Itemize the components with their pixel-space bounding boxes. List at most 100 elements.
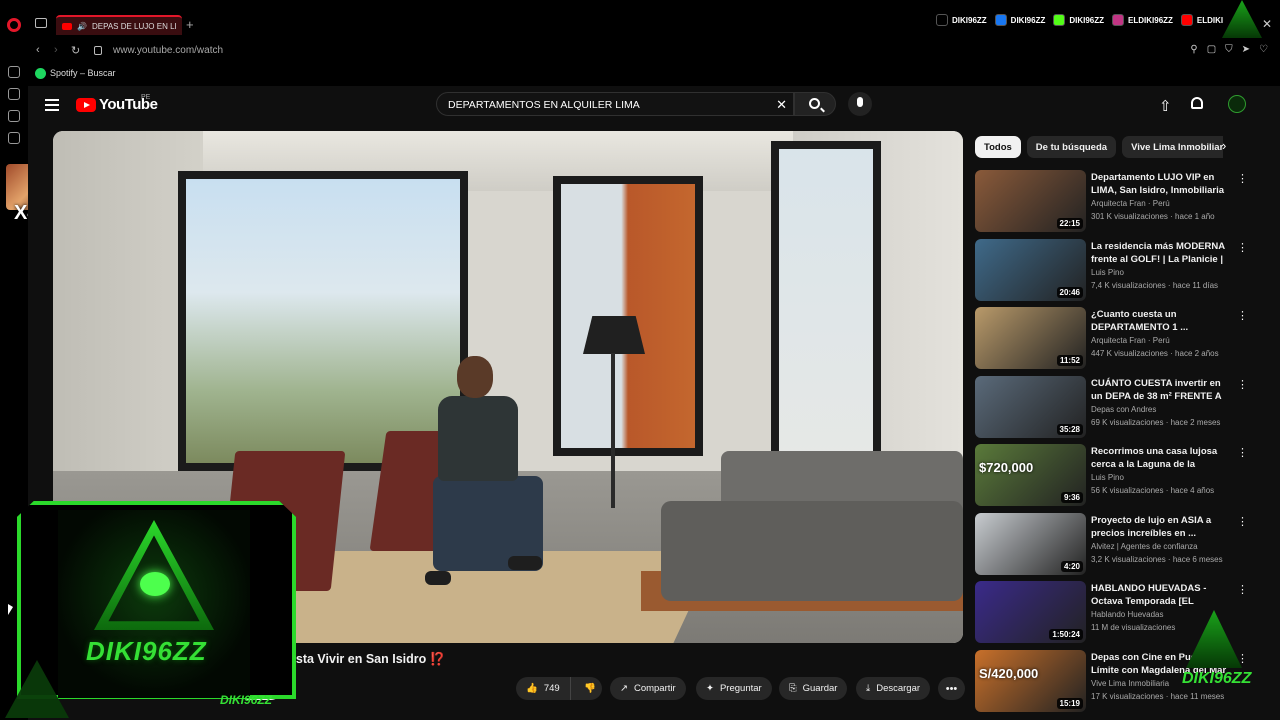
share-button[interactable]: ↗ Compartir bbox=[610, 677, 686, 700]
address-bar-actions: ⚲ ▢ ⛉ ➤ ♡ bbox=[1190, 44, 1268, 55]
recommendation-title[interactable]: Departamento LUJO VIP en LIMA, San Isidr… bbox=[1091, 171, 1231, 197]
more-vertical-icon[interactable]: ⋮ bbox=[1237, 309, 1248, 322]
address-bar: ‹ › ↻ www.youtube.com/watch ⚲ ▢ ⛉ ➤ ♡ bbox=[28, 40, 1280, 62]
more-vertical-icon[interactable]: ⋮ bbox=[1237, 446, 1248, 459]
country-code: PE bbox=[141, 94, 151, 101]
save-button[interactable]: ⎘ Guardar bbox=[779, 677, 848, 700]
opera-logo-icon[interactable] bbox=[7, 18, 21, 32]
search-input[interactable]: DEPARTAMENTOS EN ALQUILER LIMA ✕ bbox=[436, 92, 794, 116]
new-tab-button[interactable]: + bbox=[186, 17, 194, 32]
forward-button[interactable]: › bbox=[54, 44, 58, 56]
recommendation-channel[interactable]: Arquitecta Fran · Perú bbox=[1091, 336, 1170, 345]
heart-icon[interactable]: ♡ bbox=[1259, 44, 1268, 55]
chevron-right-icon[interactable]: › bbox=[1222, 138, 1226, 153]
filter-chip[interactable]: Todos bbox=[975, 136, 1021, 158]
back-button[interactable]: ‹ bbox=[36, 44, 40, 56]
recommendation-item[interactable]: 35:28 CUÁNTO CUESTA invertir en un DEPA d… bbox=[975, 375, 1248, 445]
recommendation-item[interactable]: 11:52 ¿Cuanto cuesta un DEPARTAMENTO 1 ..… bbox=[975, 307, 1248, 376]
recommendation-channel[interactable]: Vive Lima Inmobiliaria bbox=[1091, 679, 1169, 688]
social-icon bbox=[1180, 14, 1193, 26]
filter-chip[interactable]: De tu búsqueda bbox=[1026, 136, 1117, 158]
snapshot-icon[interactable]: ▢ bbox=[1207, 44, 1216, 55]
more-vertical-icon[interactable]: ⋮ bbox=[1237, 241, 1248, 254]
lock-icon[interactable] bbox=[94, 46, 102, 55]
recommendation-meta: 17 K visualizaciones · hace 11 meses bbox=[1091, 691, 1225, 701]
active-tab[interactable]: 🔊 DEPAS DE LUJO EN LI bbox=[56, 15, 182, 35]
like-button[interactable]: 👍 749 bbox=[516, 677, 571, 700]
history-icon[interactable] bbox=[8, 66, 20, 78]
more-vertical-icon[interactable]: ⋮ bbox=[1237, 378, 1248, 391]
bookmark-spotify[interactable]: Spotify – Buscar bbox=[50, 68, 116, 78]
recommendation-meta: 301 K visualizaciones · hace 1 año bbox=[1091, 212, 1215, 221]
pin-icon[interactable]: ⚲ bbox=[1190, 44, 1197, 55]
extensions-icon[interactable] bbox=[8, 88, 20, 100]
social-link: ELDIKI96ZZ bbox=[1112, 14, 1173, 26]
recommendation-meta: 11 M de visualizaciones bbox=[1091, 623, 1176, 632]
recommendation-channel[interactable]: Arquitecta Fran · Perú bbox=[1091, 199, 1170, 208]
recommendation-title[interactable]: HABLANDO HUEVADAS - Octava Temporada [EL… bbox=[1091, 582, 1231, 608]
notifications-bell-icon[interactable] bbox=[1191, 97, 1203, 109]
more-vertical-icon[interactable]: ⋮ bbox=[1237, 172, 1248, 185]
more-vertical-icon[interactable]: ⋮ bbox=[1237, 515, 1248, 528]
recommendation-meta: 69 K visualizaciones · hace 2 meses bbox=[1091, 417, 1221, 427]
social-label: ELDIKI bbox=[1196, 15, 1224, 25]
social-label: DIKI96ZZ bbox=[1010, 15, 1046, 25]
like-count: 749 bbox=[543, 683, 560, 694]
recommendation-channel[interactable]: Luis Pino bbox=[1091, 268, 1124, 277]
recommendation-thumbnail[interactable]: $720,000 9:36 bbox=[975, 444, 1086, 506]
recommendation-thumbnail[interactable]: 4:20 bbox=[975, 512, 1086, 575]
recommendation-channel[interactable]: Alvitez | Agentes de confianza bbox=[1091, 542, 1198, 551]
recommendation-item[interactable]: 20:46 La residencia más MODERNA frente al… bbox=[975, 238, 1248, 308]
recommendation-channel[interactable]: Hablando Huevadas bbox=[1091, 610, 1164, 619]
recommendation-channel[interactable]: Depas con Andres bbox=[1091, 405, 1156, 414]
tab-switcher-icon[interactable] bbox=[35, 18, 47, 28]
recommendation-channel[interactable]: Luis Pino bbox=[1091, 473, 1124, 482]
recommendation-title[interactable]: Recorrimos una casa lujosa cerca a la La… bbox=[1091, 445, 1231, 471]
upload-icon[interactable]: ⇧ bbox=[1159, 97, 1172, 115]
filter-chip[interactable]: Vive Lima Inmobiliaria bbox=[1122, 136, 1223, 158]
recommendation-title[interactable]: ¿Cuanto cuesta un DEPARTAMENTO 1 ... bbox=[1091, 308, 1231, 334]
title-emoji: ⁉️ bbox=[429, 652, 446, 666]
recommendation-item[interactable]: 22:15 Departamento LUJO VIP en LIMA, San … bbox=[975, 170, 1248, 239]
reload-button[interactable]: ↻ bbox=[71, 44, 80, 57]
scene-shoe bbox=[425, 571, 451, 585]
vpn-shield-icon[interactable]: ⛉ bbox=[1225, 44, 1233, 55]
recommendation-item[interactable]: 4:20 Proyecto de lujo en ASIA a precios i… bbox=[975, 512, 1248, 582]
download-button[interactable]: ⤓ Descargar bbox=[856, 677, 931, 700]
recommendation-thumbnail[interactable]: 20:46 bbox=[975, 238, 1086, 301]
more-vertical-icon[interactable]: ⋮ bbox=[1237, 583, 1248, 596]
recommendation-meta: 56 K visualizaciones · hace 4 años bbox=[1091, 486, 1215, 495]
dislike-button[interactable]: 👎 bbox=[577, 683, 596, 694]
recommendation-thumbnail[interactable]: 1:50:24 bbox=[975, 581, 1086, 643]
mail-icon[interactable] bbox=[8, 132, 20, 144]
clear-search-icon[interactable]: ✕ bbox=[776, 97, 787, 113]
menu-icon[interactable] bbox=[45, 99, 59, 111]
video-duration: 35:28 bbox=[1056, 423, 1083, 435]
recommendation-title[interactable]: Proyecto de lujo en ASIA a precios incre… bbox=[1091, 514, 1231, 540]
account-avatar[interactable] bbox=[1228, 95, 1246, 113]
social-icon bbox=[1112, 14, 1125, 26]
social-icon bbox=[1053, 14, 1066, 26]
search-button[interactable] bbox=[794, 92, 836, 116]
tab-title: DEPAS DE LUJO EN LI bbox=[91, 21, 177, 31]
recommendation-thumbnail[interactable]: S/420,000 15:19 bbox=[975, 649, 1086, 712]
video-duration: 9:36 bbox=[1060, 492, 1083, 503]
video-duration: 1:50:24 bbox=[1049, 629, 1083, 640]
video-duration: 22:15 bbox=[1056, 218, 1083, 229]
recommendation-thumbnail[interactable]: 22:15 bbox=[975, 170, 1086, 232]
send-icon[interactable]: ➤ bbox=[1242, 44, 1250, 55]
recommendation-thumbnail[interactable]: 35:28 bbox=[975, 375, 1086, 438]
video-duration: 15:19 bbox=[1056, 697, 1083, 709]
recommendation-item[interactable]: $720,000 9:36 Recorrimos una casa lujosa c… bbox=[975, 444, 1248, 513]
more-actions-button[interactable]: ••• bbox=[938, 677, 965, 700]
recommendation-title[interactable]: CUÁNTO CUESTA invertir en un DEPA de 38 … bbox=[1091, 377, 1231, 403]
voice-search-button[interactable] bbox=[848, 92, 872, 116]
ask-button[interactable]: ✦ Preguntar bbox=[696, 677, 772, 700]
recommendation-thumbnail[interactable]: 11:52 bbox=[975, 307, 1086, 369]
recommendation-title[interactable]: La residencia más MODERNA frente al GOLF… bbox=[1091, 240, 1231, 266]
scene-person bbox=[438, 396, 518, 481]
messenger-icon[interactable] bbox=[8, 110, 20, 122]
url-field[interactable]: www.youtube.com/watch bbox=[113, 45, 223, 56]
close-window-icon[interactable]: ✕ bbox=[1262, 17, 1272, 31]
download-label: Descargar bbox=[876, 683, 921, 694]
